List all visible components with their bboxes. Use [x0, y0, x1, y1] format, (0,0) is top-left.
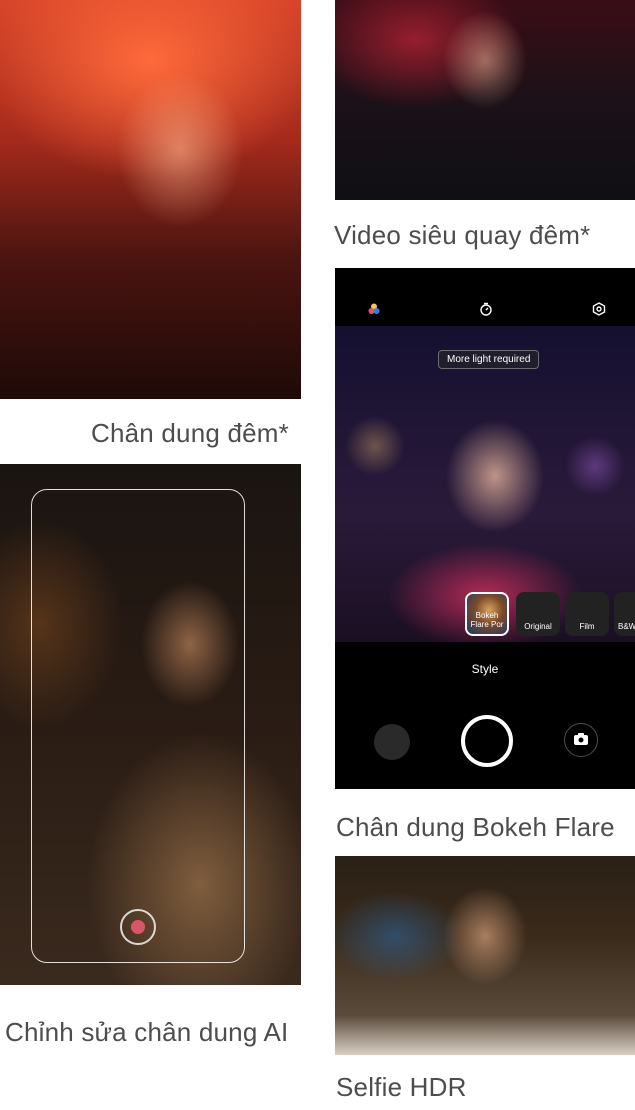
super-night-video-photo: [335, 0, 635, 200]
super-night-video-caption: Video siêu quay đêm*: [334, 220, 591, 250]
more-light-toast: More light required: [438, 350, 540, 369]
bokeh-flare-camera-screen: More light required Bokeh Flare Por Orig…: [335, 268, 635, 789]
gallery-thumbnail[interactable]: [374, 724, 410, 760]
settings-icon[interactable]: [592, 302, 606, 318]
style-chip-label: Original: [524, 622, 552, 631]
style-chip-label: Film: [579, 622, 595, 631]
night-portrait-photo: [0, 0, 301, 399]
bokeh-flare-caption: Chân dung Bokeh Flare: [336, 812, 615, 842]
style-chip-label: Bokeh Flare Por: [470, 611, 504, 629]
selfie-hdr-photo: [335, 856, 635, 1055]
style-chip-original[interactable]: Original: [516, 592, 560, 636]
shutter-button[interactable]: [461, 715, 513, 767]
night-portrait-caption: Chân dung đêm*: [91, 418, 289, 448]
ai-portrait-edit-photo: [0, 464, 301, 985]
style-chip-bokeh-flare[interactable]: Bokeh Flare Por: [465, 592, 509, 636]
style-chip-film[interactable]: Film: [565, 592, 609, 636]
selfie-hdr-caption: Selfie HDR: [336, 1072, 467, 1102]
ai-portrait-edit-caption: Chỉnh sửa chân dung AI: [5, 1017, 289, 1047]
edit-handle-dot: [131, 920, 145, 934]
timer-icon[interactable]: [479, 302, 493, 318]
palette-icon[interactable]: [367, 302, 381, 318]
phone-frame-outline: [31, 489, 245, 963]
style-chip-bw[interactable]: B&W: [614, 592, 635, 636]
style-mode-label: Style: [471, 662, 499, 676]
style-chip-label: B&W: [618, 622, 635, 631]
flip-camera-icon[interactable]: [564, 723, 598, 757]
